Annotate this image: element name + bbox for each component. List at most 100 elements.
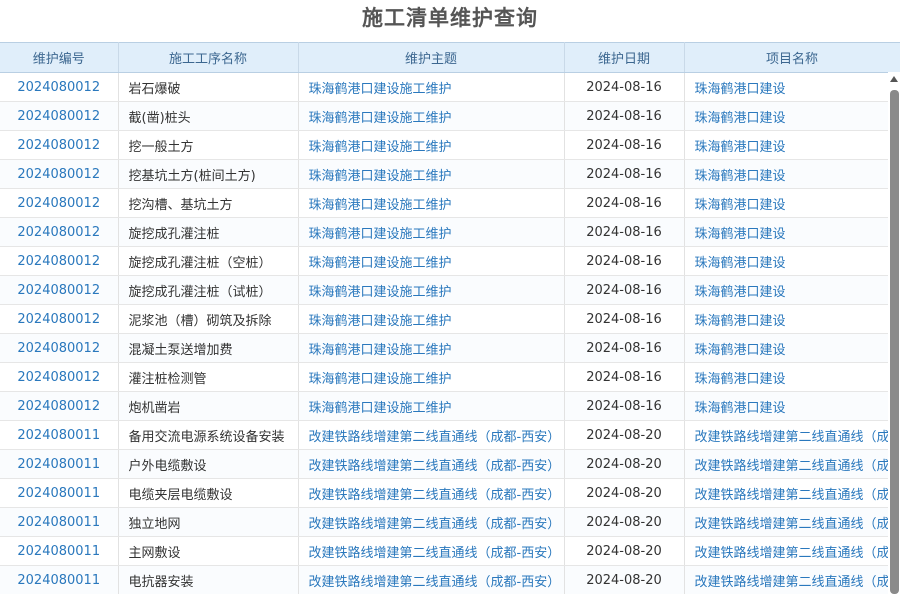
cell-process-name: 备用交流电源系统设备安装 (118, 420, 299, 450)
cell-maintenance-id[interactable]: 2024080012 (0, 159, 119, 189)
cell-process-name: 挖基坑土方(桩间土方) (118, 159, 299, 189)
cell-process-name: 电缆夹层电缆敷设 (118, 478, 299, 508)
table-row[interactable]: 2024080011 户外电缆敷设 改建铁路线增建第二线直通线（成都-西安） 2024… (0, 449, 900, 479)
column-header-project[interactable]: 项目名称 (684, 42, 900, 73)
table-row[interactable]: 2024080012 截(凿)桩头 珠海鹤港口建设施工维护 2024-08-16 珠海鹤… (0, 101, 900, 131)
column-header-date[interactable]: 维护日期 (564, 42, 685, 73)
cell-maintenance-date: 2024-08-16 (564, 362, 685, 392)
cell-subject-link[interactable]: 珠海鹤港口建设施工维护 (298, 130, 565, 160)
cell-process-name: 旋挖成孔灌注桩（空桩） (118, 246, 299, 276)
column-header-process[interactable]: 施工工序名称 (118, 42, 299, 73)
cell-project-link[interactable]: 珠海鹤港口建设 (684, 391, 900, 421)
cell-maintenance-id[interactable]: 2024080011 (0, 420, 119, 450)
cell-project-link[interactable]: 珠海鹤港口建设 (684, 217, 900, 247)
cell-subject-link[interactable]: 珠海鹤港口建设施工维护 (298, 159, 565, 189)
cell-project-link[interactable]: 珠海鹤港口建设 (684, 304, 900, 334)
cell-maintenance-id[interactable]: 2024080011 (0, 478, 119, 508)
cell-subject-link[interactable]: 珠海鹤港口建设施工维护 (298, 101, 565, 131)
cell-project-link[interactable]: 珠海鹤港口建设 (684, 275, 900, 305)
cell-maintenance-id[interactable]: 2024080012 (0, 101, 119, 131)
cell-subject-link[interactable]: 改建铁路线增建第二线直通线（成都-西安） (298, 536, 565, 566)
cell-process-name: 炮机凿岩 (118, 391, 299, 421)
cell-process-name: 旋挖成孔灌注桩（试桩） (118, 275, 299, 305)
cell-process-name: 灌注桩检测管 (118, 362, 299, 392)
table-row[interactable]: 2024080012 旋挖成孔灌注桩（空桩） 珠海鹤港口建设施工维护 2024-08-… (0, 246, 900, 276)
cell-project-link[interactable]: 珠海鹤港口建设 (684, 246, 900, 276)
cell-maintenance-date: 2024-08-16 (564, 159, 685, 189)
table-row[interactable]: 2024080012 挖基坑土方(桩间土方) 珠海鹤港口建设施工维护 2024-08-… (0, 159, 900, 189)
table-row[interactable]: 2024080012 岩石爆破 珠海鹤港口建设施工维护 2024-08-16 珠海鹤港口… (0, 72, 900, 102)
cell-maintenance-id[interactable]: 2024080012 (0, 391, 119, 421)
cell-project-link[interactable]: 珠海鹤港口建设 (684, 362, 900, 392)
table-row[interactable]: 2024080012 灌注桩检测管 珠海鹤港口建设施工维护 2024-08-16 珠海鹤… (0, 362, 900, 392)
cell-subject-link[interactable]: 珠海鹤港口建设施工维护 (298, 72, 565, 102)
cell-process-name: 岩石爆破 (118, 72, 299, 102)
cell-project-link[interactable]: 珠海鹤港口建设 (684, 333, 900, 363)
cell-maintenance-date: 2024-08-16 (564, 188, 685, 218)
cell-subject-link[interactable]: 改建铁路线增建第二线直通线（成都-西安） (298, 478, 565, 508)
cell-project-link[interactable]: 改建铁路线增建第二线直通线（成 (684, 536, 900, 566)
cell-subject-link[interactable]: 珠海鹤港口建设施工维护 (298, 188, 565, 218)
cell-maintenance-id[interactable]: 2024080012 (0, 333, 119, 363)
cell-maintenance-id[interactable]: 2024080011 (0, 507, 119, 537)
cell-subject-link[interactable]: 珠海鹤港口建设施工维护 (298, 275, 565, 305)
cell-subject-link[interactable]: 改建铁路线增建第二线直通线（成都-西安） (298, 420, 565, 450)
cell-project-link[interactable]: 珠海鹤港口建设 (684, 72, 900, 102)
table-body: 2024080012 岩石爆破 珠海鹤港口建设施工维护 2024-08-16 珠海鹤港口… (0, 72, 900, 594)
cell-maintenance-date: 2024-08-16 (564, 333, 685, 363)
table-row[interactable]: 2024080012 挖一般土方 珠海鹤港口建设施工维护 2024-08-16 珠海鹤港… (0, 130, 900, 160)
cell-maintenance-id[interactable]: 2024080011 (0, 449, 119, 479)
scrollbar-thumb[interactable] (890, 90, 899, 594)
cell-project-link[interactable]: 珠海鹤港口建设 (684, 101, 900, 131)
table-row[interactable]: 2024080012 炮机凿岩 珠海鹤港口建设施工维护 2024-08-16 珠海鹤港口… (0, 391, 900, 421)
cell-subject-link[interactable]: 改建铁路线增建第二线直通线（成都-西安） (298, 449, 565, 479)
table-row[interactable]: 2024080011 电抗器安装 改建铁路线增建第二线直通线（成都-西安） 2024-… (0, 565, 900, 594)
cell-process-name: 混凝土泵送增加费 (118, 333, 299, 363)
cell-maintenance-date: 2024-08-16 (564, 72, 685, 102)
cell-maintenance-id[interactable]: 2024080012 (0, 275, 119, 305)
cell-subject-link[interactable]: 珠海鹤港口建设施工维护 (298, 246, 565, 276)
cell-subject-link[interactable]: 珠海鹤港口建设施工维护 (298, 333, 565, 363)
vertical-scrollbar[interactable] (888, 72, 900, 594)
cell-project-link[interactable]: 改建铁路线增建第二线直通线（成 (684, 507, 900, 537)
cell-maintenance-date: 2024-08-16 (564, 130, 685, 160)
cell-maintenance-id[interactable]: 2024080012 (0, 217, 119, 247)
cell-project-link[interactable]: 改建铁路线增建第二线直通线（成 (684, 478, 900, 508)
cell-process-name: 旋挖成孔灌注桩 (118, 217, 299, 247)
arrow-up-icon[interactable] (890, 76, 898, 82)
table-row[interactable]: 2024080012 泥浆池（槽）砌筑及拆除 珠海鹤港口建设施工维护 2024-08-… (0, 304, 900, 334)
table-row[interactable]: 2024080012 旋挖成孔灌注桩 珠海鹤港口建设施工维护 2024-08-16 珠海… (0, 217, 900, 247)
cell-maintenance-date: 2024-08-16 (564, 275, 685, 305)
cell-maintenance-id[interactable]: 2024080012 (0, 188, 119, 218)
cell-subject-link[interactable]: 珠海鹤港口建设施工维护 (298, 304, 565, 334)
cell-maintenance-id[interactable]: 2024080011 (0, 536, 119, 566)
table-row[interactable]: 2024080012 混凝土泵送增加费 珠海鹤港口建设施工维护 2024-08-16 珠… (0, 333, 900, 363)
table-row[interactable]: 2024080011 电缆夹层电缆敷设 改建铁路线增建第二线直通线（成都-西安） 20… (0, 478, 900, 508)
cell-project-link[interactable]: 珠海鹤港口建设 (684, 159, 900, 189)
cell-maintenance-id[interactable]: 2024080012 (0, 72, 119, 102)
table-header-row: 维护编号 施工工序名称 维护主题 维护日期 项目名称 (0, 42, 900, 73)
cell-process-name: 泥浆池（槽）砌筑及拆除 (118, 304, 299, 334)
cell-project-link[interactable]: 改建铁路线增建第二线直通线（成 (684, 565, 900, 594)
table-row[interactable]: 2024080012 旋挖成孔灌注桩（试桩） 珠海鹤港口建设施工维护 2024-08-… (0, 275, 900, 305)
cell-subject-link[interactable]: 珠海鹤港口建设施工维护 (298, 362, 565, 392)
cell-subject-link[interactable]: 珠海鹤港口建设施工维护 (298, 391, 565, 421)
column-header-subject[interactable]: 维护主题 (298, 42, 565, 73)
cell-project-link[interactable]: 改建铁路线增建第二线直通线（成 (684, 449, 900, 479)
table-row[interactable]: 2024080011 备用交流电源系统设备安装 改建铁路线增建第二线直通线（成都-西… (0, 420, 900, 450)
cell-maintenance-id[interactable]: 2024080012 (0, 362, 119, 392)
cell-subject-link[interactable]: 珠海鹤港口建设施工维护 (298, 217, 565, 247)
table-row[interactable]: 2024080011 主网敷设 改建铁路线增建第二线直通线（成都-西安） 2024-0… (0, 536, 900, 566)
cell-project-link[interactable]: 改建铁路线增建第二线直通线（成 (684, 420, 900, 450)
table-row[interactable]: 2024080011 独立地网 改建铁路线增建第二线直通线（成都-西安） 2024-0… (0, 507, 900, 537)
cell-subject-link[interactable]: 改建铁路线增建第二线直通线（成都-西安） (298, 507, 565, 537)
cell-project-link[interactable]: 珠海鹤港口建设 (684, 188, 900, 218)
table-row[interactable]: 2024080012 挖沟槽、基坑土方 珠海鹤港口建设施工维护 2024-08-16 珠… (0, 188, 900, 218)
cell-maintenance-id[interactable]: 2024080012 (0, 130, 119, 160)
column-header-id[interactable]: 维护编号 (0, 42, 119, 73)
cell-maintenance-id[interactable]: 2024080012 (0, 246, 119, 276)
cell-subject-link[interactable]: 改建铁路线增建第二线直通线（成都-西安） (298, 565, 565, 594)
cell-maintenance-id[interactable]: 2024080012 (0, 304, 119, 334)
cell-maintenance-id[interactable]: 2024080011 (0, 565, 119, 594)
cell-project-link[interactable]: 珠海鹤港口建设 (684, 130, 900, 160)
